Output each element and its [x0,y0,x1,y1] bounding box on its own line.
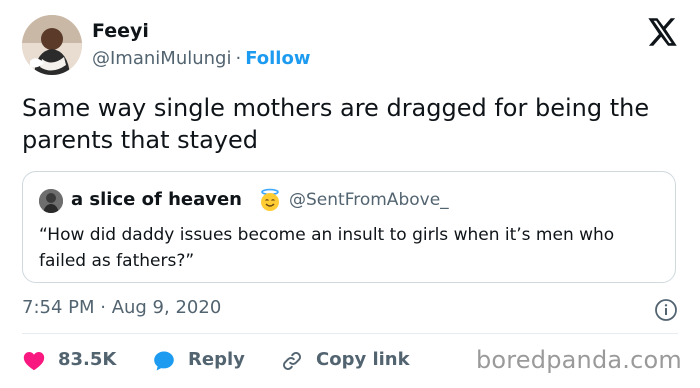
tweet-timestamp[interactable]: 7:54 PM · Aug 9, 2020 [22,297,221,318]
author-handle-row: @ImaniMulungi · Follow [92,48,310,69]
avatar-image [22,15,82,75]
quote-avatar-image [39,189,63,213]
reply-button[interactable]: Reply [152,346,262,376]
info-icon[interactable] [654,298,678,322]
follow-button[interactable]: Follow [245,48,310,69]
quote-author-name: a slice of heaven [71,189,242,210]
quote-text: “How did daddy issues become an insult t… [39,225,615,271]
link-icon [283,352,301,370]
quote-author-handle: @SentFromAbove_ [289,190,449,210]
like-count: 83.5K [58,349,117,370]
divider [22,333,678,334]
quoted-tweet[interactable]: a slice of heaven @SentFromAbove_ “How d… [22,171,676,283]
separator-dot: · [235,48,242,69]
tweet-card: Feeyi @ImaniMulungi · Follow Same way sing… [0,0,700,388]
copy-link-label: Copy link [316,349,410,370]
x-logo-icon[interactable] [648,18,678,46]
author-name[interactable]: Feeyi [92,20,149,42]
author-handle[interactable]: @ImaniMulungi [92,48,231,69]
watermark: boredpanda.com [475,346,682,374]
quote-author-avatar [39,189,63,213]
reply-label: Reply [188,349,245,370]
speech-bubble-icon [154,351,174,371]
author-avatar[interactable] [22,15,82,75]
tweet-text: Same way single mothers are dragged for … [22,94,650,154]
copy-link-button[interactable]: Copy link [280,346,420,376]
heart-icon [23,352,45,371]
smiling-face-with-halo-icon [261,188,279,211]
like-button[interactable]: 83.5K [22,346,132,376]
